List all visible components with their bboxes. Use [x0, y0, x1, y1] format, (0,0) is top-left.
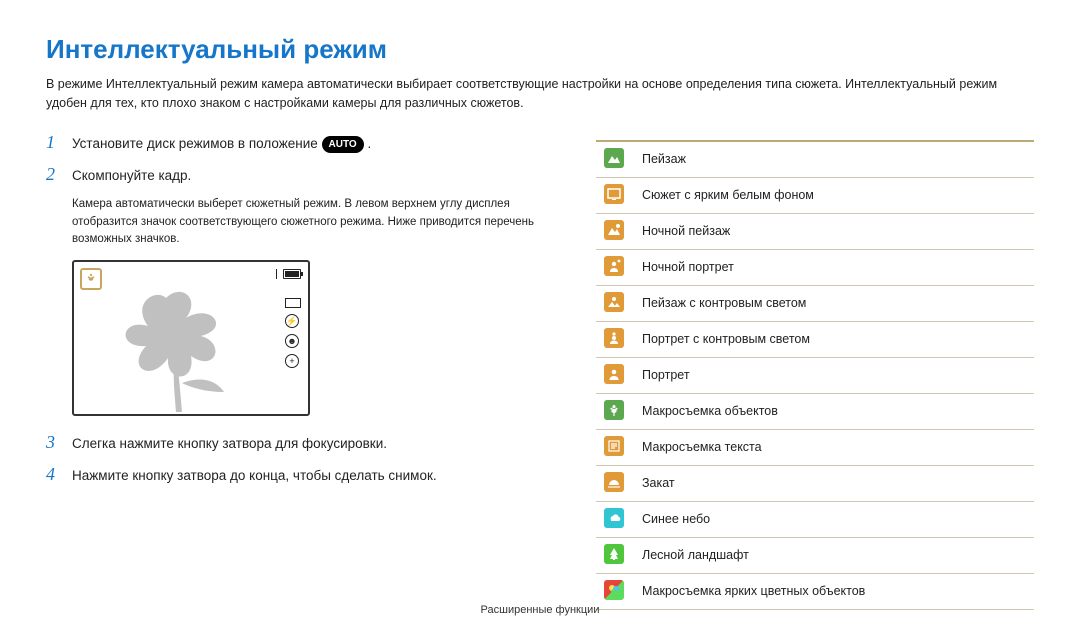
table-row: Пейзаж — [596, 141, 1034, 178]
flash-icon: ⚡ — [285, 314, 299, 328]
scene-label: Макросъемка текста — [634, 429, 1034, 465]
scene-icon-cell — [596, 465, 634, 501]
scene-icon-cell — [596, 501, 634, 537]
step-number: 4 — [46, 464, 62, 485]
scene-label: Пейзаж — [634, 141, 1034, 178]
scene-icon — [604, 328, 624, 348]
scene-label: Портрет — [634, 357, 1034, 393]
scene-label: Закат — [634, 465, 1034, 501]
scene-icon — [604, 148, 624, 168]
scene-icon-cell — [596, 393, 634, 429]
left-column: 1 Установите диск режимов в положение AU… — [46, 132, 556, 610]
table-row: Ночной портрет — [596, 249, 1034, 285]
table-row: Портрет с контровым светом — [596, 321, 1034, 357]
resolution-icon — [285, 298, 301, 308]
step-1: 1 Установите диск режимов в положение AU… — [46, 132, 556, 154]
table-row: Закат — [596, 465, 1034, 501]
signal-bar-icon — [276, 269, 278, 279]
step-2: 2 Скомпонуйте кадр. — [46, 164, 556, 186]
auto-badge: AUTO — [322, 136, 364, 153]
page-root: Интеллектуальный режим В режиме Интеллек… — [0, 0, 1080, 630]
scene-icon — [604, 364, 624, 384]
page-title: Интеллектуальный режим — [46, 34, 1034, 65]
step-text: Нажмите кнопку затвора до конца, чтобы с… — [72, 466, 556, 486]
scene-icon — [604, 400, 624, 420]
scene-icon-cell — [596, 249, 634, 285]
step-text: Скомпонуйте кадр. — [72, 166, 556, 186]
step-2-note: Камера автоматически выберет сюжетный ре… — [72, 196, 556, 248]
zoom-icon: + — [285, 354, 299, 368]
scene-icon — [604, 256, 624, 276]
table-row: Сюжет с ярким белым фоном — [596, 177, 1034, 213]
step-4: 4 Нажмите кнопку затвора до конца, чтобы… — [46, 464, 556, 486]
scene-label: Сюжет с ярким белым фоном — [634, 177, 1034, 213]
scene-icon — [604, 472, 624, 492]
scene-icon-cell — [596, 285, 634, 321]
step-number: 1 — [46, 132, 62, 153]
battery-icon — [283, 269, 301, 279]
scene-label: Пейзаж с контровым светом — [634, 285, 1034, 321]
scene-icon-cell — [596, 537, 634, 573]
footer-section-label: Расширенные функции — [0, 604, 1080, 616]
step-text: Установите диск режимов в положение AUTO… — [72, 134, 556, 154]
scene-icon-cell — [596, 357, 634, 393]
table-row: Лесной ландшафт — [596, 537, 1034, 573]
scene-label: Лесной ландшафт — [634, 537, 1034, 573]
table-row: Макросъемка текста — [596, 429, 1034, 465]
step-number: 3 — [46, 432, 62, 453]
table-row: Портрет — [596, 357, 1034, 393]
scene-label: Портрет с контровым светом — [634, 321, 1034, 357]
scene-icon — [604, 544, 624, 564]
scene-icon — [604, 436, 624, 456]
right-column: ПейзажСюжет с ярким белым фономНочной пе… — [596, 132, 1034, 610]
scene-icon — [604, 508, 624, 528]
scene-label: Ночной пейзаж — [634, 213, 1034, 249]
scene-icon-cell — [596, 213, 634, 249]
table-row: Пейзаж с контровым светом — [596, 285, 1034, 321]
intro-paragraph: В режиме Интеллектуальный режим камера а… — [46, 75, 1034, 114]
camera-lcd: ⚡ ☻ + — [72, 260, 310, 416]
scene-icon-cell — [596, 429, 634, 465]
table-row: Ночной пейзаж — [596, 213, 1034, 249]
scene-icon — [604, 220, 624, 240]
table-row: Синее небо — [596, 501, 1034, 537]
table-row: Макросъемка объектов — [596, 393, 1034, 429]
step-text-part-b: . — [367, 136, 371, 151]
scene-icon — [604, 580, 624, 600]
scene-icon — [604, 292, 624, 312]
step-text-part-a: Установите диск режимов в положение — [72, 136, 322, 151]
scene-label: Синее небо — [634, 501, 1034, 537]
status-bar — [276, 269, 302, 279]
scene-icon — [604, 184, 624, 204]
step-text: Слегка нажмите кнопку затвора для фокуси… — [72, 434, 556, 454]
step-number: 2 — [46, 164, 62, 185]
scene-mode-indicator-icon — [80, 268, 102, 290]
side-indicators: ⚡ ☻ + — [285, 298, 301, 368]
flower-silhouette-icon — [106, 288, 256, 412]
face-icon: ☻ — [285, 334, 299, 348]
step-3: 3 Слегка нажмите кнопку затвора для фоку… — [46, 432, 556, 454]
camera-screen-illustration: ⚡ ☻ + — [72, 260, 556, 416]
scene-icon-cell — [596, 177, 634, 213]
scene-label: Ночной портрет — [634, 249, 1034, 285]
content-columns: 1 Установите диск режимов в положение AU… — [46, 132, 1034, 610]
scene-label: Макросъемка объектов — [634, 393, 1034, 429]
scene-icon-table: ПейзажСюжет с ярким белым фономНочной пе… — [596, 140, 1034, 610]
scene-icon-cell — [596, 321, 634, 357]
scene-icon-cell — [596, 141, 634, 178]
